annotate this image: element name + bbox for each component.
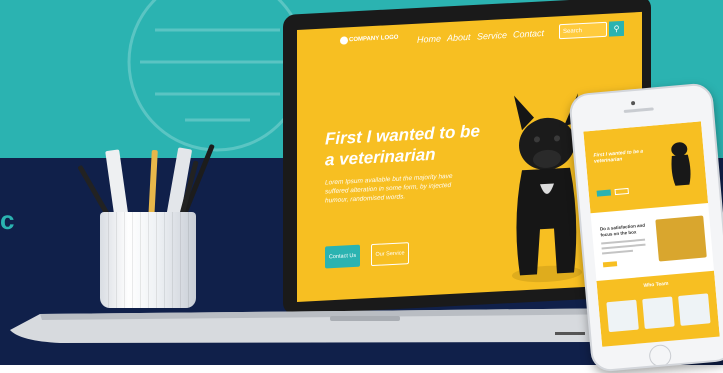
pencil-cup bbox=[100, 212, 196, 308]
phone-service-button[interactable] bbox=[614, 187, 629, 196]
phone-website: First I wanted to be a veterinarian Do a… bbox=[583, 121, 720, 347]
phone-home-button bbox=[648, 343, 673, 368]
site-logo[interactable]: COMPANY LOGO bbox=[349, 35, 398, 44]
nav-contact[interactable]: Contact bbox=[513, 28, 544, 40]
nav-about[interactable]: About bbox=[447, 32, 471, 43]
phone-team-section: Who Team bbox=[596, 270, 720, 347]
laptop-base bbox=[10, 308, 650, 343]
phone-team-card bbox=[606, 299, 639, 333]
phone-speaker bbox=[623, 107, 654, 114]
our-service-button[interactable]: Our Service bbox=[371, 242, 409, 267]
search-icon[interactable]: ⚲ bbox=[609, 20, 624, 37]
phone-text-lines bbox=[601, 238, 646, 258]
phone-contact-button[interactable] bbox=[596, 189, 612, 197]
hero-title: First I wanted to be a veterinarian bbox=[325, 119, 505, 170]
nav-home[interactable]: Home bbox=[417, 33, 441, 44]
phone-hero-title: First I wanted to be a veterinarian bbox=[593, 148, 644, 165]
phone-read-more-button[interactable] bbox=[602, 261, 618, 268]
phone-camera bbox=[630, 101, 636, 106]
paw-logo-icon bbox=[340, 36, 348, 45]
contact-us-button[interactable]: Contact Us bbox=[325, 244, 360, 269]
phone-team-title: Who Team bbox=[643, 280, 669, 289]
search-input[interactable]: Search bbox=[559, 21, 607, 40]
phone-section-title: Do a satisfaction and focus on the box bbox=[599, 222, 646, 238]
phone-team-card bbox=[642, 296, 675, 330]
phone-dog-photo bbox=[655, 215, 707, 262]
phone-dog-image bbox=[671, 142, 691, 186]
smartphone: First I wanted to be a veterinarian Do a… bbox=[568, 82, 723, 373]
phone-team-card bbox=[678, 293, 711, 326]
nav-service[interactable]: Service bbox=[477, 30, 507, 42]
hero-text: Lorem Ipsum available but the majority h… bbox=[325, 169, 500, 205]
phone-hero: First I wanted to be a veterinarian bbox=[583, 121, 709, 214]
side-letter: c bbox=[0, 205, 15, 235]
